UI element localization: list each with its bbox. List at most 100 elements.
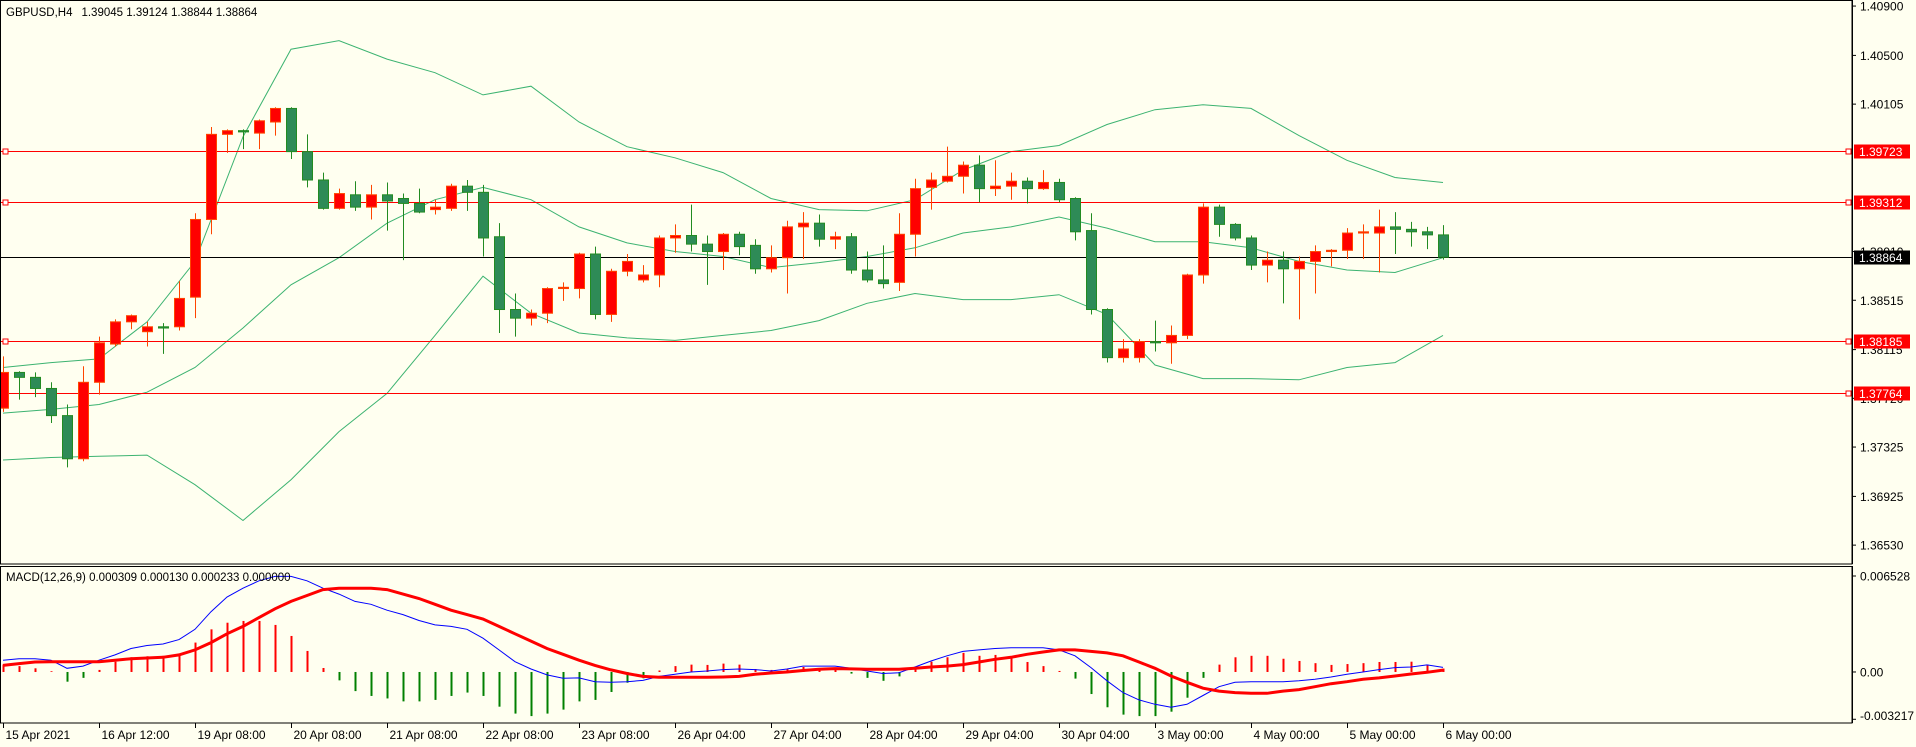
candle-body — [1038, 181, 1049, 190]
price-tick-label: 1.40105 — [1860, 98, 1904, 112]
candle-body — [638, 274, 649, 281]
candle-body — [1358, 231, 1369, 234]
time-tick-label: 19 Apr 08:00 — [198, 728, 266, 742]
candle-body — [46, 387, 57, 417]
candle-body — [334, 193, 345, 209]
candle-body — [1166, 334, 1177, 344]
candle-body — [958, 164, 969, 177]
candle-body — [190, 218, 201, 298]
level-anchor-handle[interactable] — [2, 199, 9, 206]
candle-body — [862, 269, 873, 281]
candle-body — [878, 279, 889, 285]
candle-body — [1070, 197, 1081, 233]
candle-body — [942, 175, 953, 182]
candle-body — [1230, 223, 1241, 239]
candle-body — [750, 244, 761, 270]
candle-body — [526, 312, 537, 319]
candle-body — [430, 206, 441, 211]
time-tick-label: 15 Apr 2021 — [6, 728, 71, 742]
time-tick-label: 26 Apr 04:00 — [678, 728, 746, 742]
candle-body — [558, 286, 569, 290]
candle-body — [782, 226, 793, 259]
time-tick-label: 5 May 00:00 — [1350, 728, 1416, 742]
candle-bullish — [1198, 203, 1209, 284]
candle-body — [718, 233, 729, 253]
candle-body — [1342, 232, 1353, 251]
level-anchor-handle[interactable] — [1845, 199, 1852, 206]
symbol-timeframe: GBPUSD,H4 — [6, 7, 73, 19]
candle-body — [398, 197, 409, 204]
macd-title: MACD(12,26,9) 0.000309 0.000130 0.000233… — [6, 572, 291, 584]
candle-body — [1118, 348, 1129, 359]
level-anchor-handle[interactable] — [1845, 338, 1852, 345]
candle-body — [1150, 341, 1161, 344]
candle-body — [222, 130, 233, 135]
candle-body — [254, 120, 265, 134]
level-anchor-handle[interactable] — [2, 338, 9, 345]
candle-bearish — [286, 107, 297, 160]
time-tick-label: 30 Apr 04:00 — [1062, 728, 1130, 742]
candle-body — [1326, 249, 1337, 253]
candle-body — [462, 185, 473, 193]
candle-body — [1438, 234, 1449, 258]
level-anchor-handle[interactable] — [1845, 390, 1852, 397]
candle-body — [158, 326, 169, 329]
candle-body — [206, 133, 217, 220]
candle-bullish — [110, 319, 121, 347]
candle-body — [62, 415, 73, 460]
candle-body — [494, 236, 505, 311]
candle-body — [1406, 228, 1417, 233]
level-price-label: 1.39723 — [1859, 145, 1903, 159]
candle-body — [382, 194, 393, 202]
candle-body — [766, 257, 777, 270]
candle-body — [1262, 259, 1273, 266]
candle-body — [686, 235, 697, 245]
candle-bearish — [1054, 178, 1065, 203]
time-tick-label: 16 Apr 12:00 — [102, 728, 170, 742]
candle-bullish — [446, 183, 457, 211]
candle-body — [590, 253, 601, 315]
time-tick-label: 4 May 00:00 — [1254, 728, 1320, 742]
trading-chart[interactable]: GBPUSD,H4 1.39045 1.39124 1.38844 1.38864… — [0, 0, 1916, 747]
candle-body — [830, 236, 841, 240]
candle-body — [1134, 341, 1145, 359]
candle-body — [622, 260, 633, 272]
level-anchor-handle[interactable] — [2, 148, 9, 155]
candle-body — [174, 297, 185, 328]
candle-body — [1294, 260, 1305, 270]
candle-body — [1006, 180, 1017, 187]
time-tick-label: 20 Apr 08:00 — [294, 728, 362, 742]
candle-body — [14, 371, 25, 378]
candle-body — [350, 194, 361, 208]
candle-body — [1022, 180, 1033, 190]
candle-body — [1102, 309, 1113, 359]
macd-tick-label: 0.006528 — [1860, 569, 1910, 583]
candle-body — [1214, 206, 1225, 225]
level-anchor-handle[interactable] — [1845, 148, 1852, 155]
candle-bearish — [1246, 235, 1257, 271]
candle-body — [94, 342, 105, 383]
price-tick-label: 1.40500 — [1860, 49, 1904, 63]
candle-body — [238, 130, 249, 133]
candle-body — [894, 233, 905, 283]
time-tick-label: 6 May 00:00 — [1446, 728, 1512, 742]
candle-body — [798, 222, 809, 228]
candle-body — [302, 151, 313, 181]
candle-body — [446, 185, 457, 209]
candle-body — [1374, 226, 1385, 234]
candle-body — [814, 222, 825, 240]
time-tick-label: 3 May 00:00 — [1158, 728, 1224, 742]
candle-body — [574, 253, 585, 290]
candle-body — [542, 288, 553, 314]
candle-body — [126, 315, 137, 323]
candle-body — [510, 309, 521, 319]
candle-body — [414, 202, 425, 213]
candle-body — [606, 270, 617, 315]
time-tick-label: 27 Apr 04:00 — [774, 728, 842, 742]
time-tick-label: 23 Apr 08:00 — [582, 728, 650, 742]
price-tick-label: 1.36925 — [1860, 490, 1904, 504]
candle-body — [1422, 231, 1433, 236]
candle-body — [1198, 206, 1209, 276]
candle-body — [1278, 259, 1289, 270]
candle-body — [734, 233, 745, 248]
